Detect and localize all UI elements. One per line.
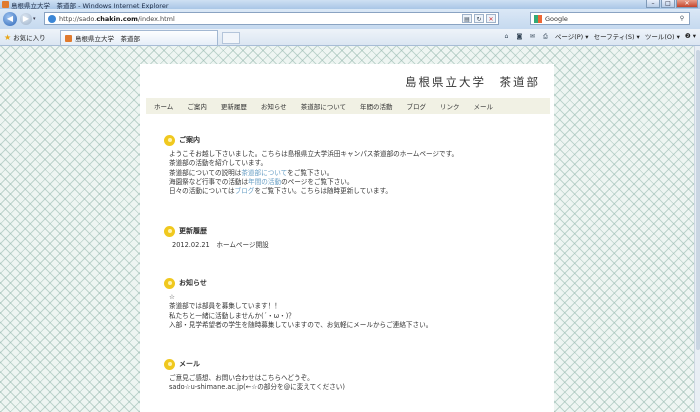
scrollbar-thumb[interactable]: [696, 50, 700, 350]
command-buttons: ⌂ ◙ ✉ ⎙ ページ(P) ▾ セーフティ(S) ▾ ツール(O) ▾ ❷ ▾: [498, 31, 696, 41]
guide-text-line: 海園祭など行事での活動は年間の活動のページをご覧下さい。: [169, 177, 354, 186]
flower-icon: [164, 277, 175, 289]
help-menu[interactable]: ❷ ▾: [685, 32, 696, 40]
page-viewport: 島根県立大学 茶道部 ホーム ご案内 更新履歴 お知らせ 茶道部について 年間の…: [0, 46, 694, 412]
section-title: メール: [179, 360, 200, 368]
feeds-icon[interactable]: ◙: [515, 32, 524, 41]
favorites-star-icon[interactable]: ★: [4, 33, 11, 42]
url-field[interactable]: http://sado.chakin.com/index.html ▤ ↻ ✕: [44, 12, 499, 25]
mail-icon[interactable]: ✉: [528, 32, 537, 41]
menu-item-news[interactable]: お知らせ: [261, 101, 287, 111]
mail-address: sado☆u-shimane.ac.jp(←☆の部分を@に変えてください): [169, 383, 345, 392]
menu-item-blog[interactable]: ブログ: [407, 101, 427, 111]
favorites-button[interactable]: お気に入り: [13, 32, 46, 42]
history-dropdown-icon[interactable]: ▾: [33, 16, 36, 22]
blog-link[interactable]: ブログ: [235, 187, 255, 195]
news-text-line: 私たちと一緒に活動しませんか(´・ω・)？: [169, 311, 295, 320]
menu-item-about[interactable]: 茶道部について: [301, 101, 346, 111]
section-title: ご案内: [179, 136, 200, 144]
ie-page-icon: [2, 1, 9, 8]
print-icon[interactable]: ⎙: [541, 32, 550, 41]
menu-item-links[interactable]: リンク: [440, 101, 460, 111]
history-entry: 2012.02.21 ホームページ開設: [172, 241, 269, 249]
close-icon[interactable]: ✕: [676, 0, 698, 8]
activities-link[interactable]: 年間の活動: [248, 178, 281, 186]
browser-tab[interactable]: 島根県立大学 茶道部: [60, 30, 218, 45]
site-icon: [48, 14, 56, 23]
page-menu[interactable]: ページ(P) ▾: [555, 31, 589, 41]
flower-icon: [164, 225, 175, 237]
menu-item-activities[interactable]: 年間の活動: [360, 101, 393, 111]
guide-text-line: 茶道部についての説明は茶道部についてをご覧下さい。: [169, 168, 334, 177]
minimize-icon[interactable]: –: [646, 0, 660, 8]
command-bar: ★ お気に入り 島根県立大学 茶道部 ⌂ ◙ ✉ ⎙ ページ(P) ▾ セーフテ…: [0, 29, 700, 46]
search-provider-text[interactable]: Google: [545, 15, 568, 23]
search-icon[interactable]: ⚲: [676, 14, 688, 23]
compatibility-view-icon[interactable]: ▤: [462, 14, 472, 23]
refresh-icon[interactable]: ↻: [474, 14, 484, 23]
address-bar: ◀ ▶ ▾ http://sado.chakin.com/index.html …: [0, 9, 700, 29]
mail-text-line: ご意見ご感想、お問い合わせはこちらへどうぞ。: [169, 374, 314, 382]
tools-menu[interactable]: ツール(O) ▾: [645, 31, 680, 41]
news-text-line: 茶道部では部員を募集しています！！: [169, 302, 281, 311]
forward-button[interactable]: ▶: [20, 13, 32, 25]
home-icon[interactable]: ⌂: [502, 32, 511, 41]
search-field[interactable]: Google ⚲: [530, 12, 690, 25]
window-controls: – □ ✕: [645, 0, 698, 8]
search-provider-icon: [534, 14, 542, 23]
guide-text-line: ようこそお越し下さいました。こちらは島根県立大学浜田キャンパス茶道部のホームペー…: [169, 150, 459, 158]
site-title: 島根県立大学 茶道部: [405, 75, 540, 89]
menu-item-home[interactable]: ホーム: [154, 101, 173, 111]
site-page: 島根県立大学 茶道部 ホーム ご案内 更新履歴 お知らせ 茶道部について 年間の…: [140, 64, 554, 412]
new-tab-button[interactable]: [222, 32, 240, 44]
section-guide: ご案内 ようこそお越し下さいました。こちらは島根県立大学浜田キャンパス茶道部のホ…: [164, 134, 534, 196]
menu-item-mail[interactable]: メール: [474, 101, 494, 111]
news-text-line: 入部・見学希望者の学生を随時募集していますので、お気軽にメールからご連絡下さい。: [169, 320, 433, 329]
tab-title: 島根県立大学 茶道部: [75, 35, 140, 43]
section-title: 更新履歴: [179, 227, 207, 235]
news-text-line: ☆: [169, 293, 175, 301]
url-text[interactable]: http://sado.chakin.com/index.html: [59, 15, 175, 23]
site-menu: ホーム ご案内 更新履歴 お知らせ 茶道部について 年間の活動 ブログ リンク …: [146, 98, 550, 114]
maximize-icon[interactable]: □: [661, 0, 675, 8]
section-title: お知らせ: [179, 279, 207, 287]
section-history: 更新履歴 2012.02.21 ホームページ開設: [164, 225, 534, 250]
stop-icon[interactable]: ✕: [486, 14, 496, 23]
section-mail: メール ご意見ご感想、お問い合わせはこちらへどうぞ。 sado☆u-shiman…: [164, 358, 534, 393]
window-title-bar: 島根県立大学 茶道部 - Windows Internet Explorer –…: [0, 0, 700, 10]
vertical-scrollbar[interactable]: [694, 46, 700, 412]
guide-text-line: 日々の活動についてはブログをご覧下さい。こちらは随時更新しています。: [169, 187, 393, 196]
about-link[interactable]: 茶道部について: [241, 169, 287, 177]
tab-page-icon: [65, 34, 72, 42]
menu-item-guide[interactable]: ご案内: [187, 101, 207, 111]
back-button[interactable]: ◀: [3, 12, 17, 26]
flower-icon: [164, 134, 175, 146]
section-news: お知らせ ☆ 茶道部では部員を募集しています！！ 私たちと一緒に活動しませんか(…: [164, 277, 534, 330]
guide-text-line: 茶道部の活動を紹介しています。: [169, 159, 268, 168]
menu-item-history[interactable]: 更新履歴: [221, 101, 247, 111]
safety-menu[interactable]: セーフティ(S) ▾: [594, 31, 640, 41]
flower-icon: [164, 358, 175, 370]
